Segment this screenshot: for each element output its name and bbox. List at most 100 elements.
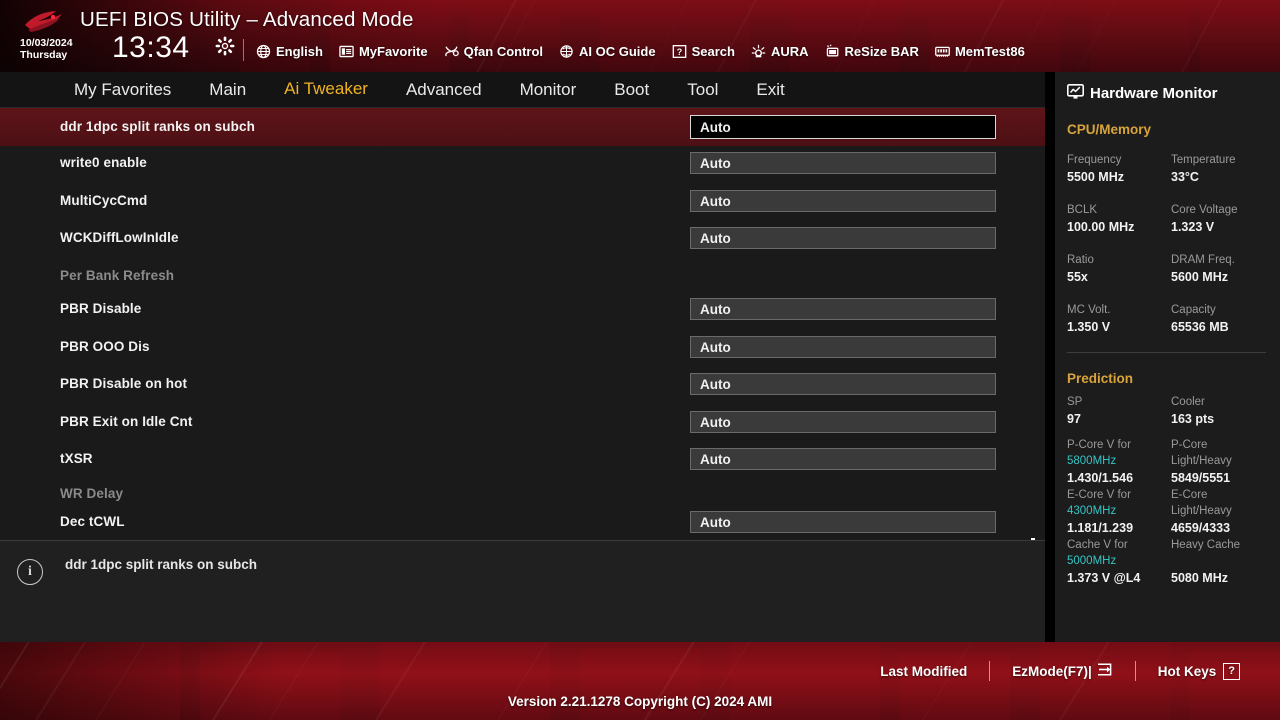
header-tool-myfavorite[interactable]: MyFavorite (339, 44, 428, 59)
tab-monitor[interactable]: Monitor (501, 72, 596, 108)
hotkeys-button[interactable]: Hot Keys ? (1136, 662, 1262, 680)
settings-value-field[interactable]: Auto (690, 227, 996, 249)
monitor-graph-icon (1067, 83, 1084, 103)
stat-key: Core Voltage (1171, 204, 1238, 216)
prediction-value: 1.373 V @L4 (1067, 570, 1141, 585)
settings-value-field[interactable]: Auto (690, 190, 996, 212)
prediction-key: P-Core (1171, 438, 1208, 451)
prediction-key: E-Core V for (1067, 488, 1131, 501)
tab-my-favorites[interactable]: My Favorites (55, 72, 190, 108)
prediction-stats: SP Cooler 97 163 pts P-Core V for P-Core 5800M… (1055, 386, 1280, 587)
settings-list: Dec tCWL Auto WR Delay tXSR Auto PBR Exit on … (0, 108, 1045, 540)
stat-key: Frequency (1067, 154, 1122, 166)
ezmode-label: EzMode(F7)| (1012, 663, 1092, 679)
header-tool-search[interactable]: ? Search (672, 44, 735, 59)
header-tool-resize-bar[interactable]: ReSize BAR (825, 44, 919, 59)
ezmode-button[interactable]: EzMode(F7)| (990, 662, 1135, 680)
tab-main[interactable]: Main (190, 72, 265, 108)
header-tool-aura[interactable]: AURA (751, 44, 809, 59)
settings-value-field[interactable]: Auto (690, 448, 996, 470)
tab-tool[interactable]: Tool (668, 72, 737, 108)
system-date: 10/03/2024 Thursday (20, 37, 73, 62)
date-value: 10/03/2024 (20, 37, 73, 49)
stat-gap (1067, 236, 1280, 245)
main-nav: My Favorites Main Ai Tweaker Advanced Monito… (0, 71, 1045, 109)
header-tool-ai-oc-guide[interactable]: AI OC Guide (559, 44, 656, 59)
header-tool-label: Qfan Control (463, 43, 544, 59)
stat-key: MC Volt. (1067, 304, 1111, 316)
tab-ai-tweaker[interactable]: Ai Tweaker (265, 71, 387, 109)
settings-value-field[interactable]: Auto (690, 511, 996, 533)
settings-value-field[interactable]: Auto (690, 152, 996, 174)
stat-key: DRAM Freq. (1171, 254, 1235, 266)
settings-value-field[interactable]: Auto (690, 411, 996, 433)
prediction-value: 4659/4333 (1171, 520, 1231, 535)
settings-row[interactable]: PBR Disable Auto (0, 290, 1045, 328)
last-modified-button[interactable]: Last Modified (858, 664, 989, 679)
header-tool-label: MemTest86 (954, 43, 1025, 59)
resize-bar-icon (825, 44, 840, 59)
stat-value: 55x (1067, 270, 1088, 284)
footer-bar: Last Modified EzMode(F7)| Hot Keys ? Ver… (0, 642, 1280, 720)
help-text: ddr 1dpc split ranks on subch (65, 557, 258, 572)
header-tool-label: English (276, 43, 323, 59)
prediction-value: 97 (1067, 411, 1081, 426)
stat-key: BCLK (1067, 204, 1098, 216)
settings-value-field[interactable]: Auto (690, 373, 996, 395)
settings-row[interactable]: ddr 1dpc split ranks on subch Auto (0, 108, 1045, 146)
settings-row-label: write0 enable (60, 155, 147, 171)
settings-row[interactable]: PBR Exit on Idle Cnt Auto (0, 403, 1045, 441)
stat-gap (1067, 428, 1280, 437)
prediction-key: P-Core V for (1067, 438, 1131, 451)
stat-key: Ratio (1067, 254, 1094, 266)
prediction-section-title: Prediction (1067, 371, 1134, 386)
prediction-value: 163 pts (1171, 411, 1215, 426)
settings-row[interactable]: WCKDiffLowInIdle Auto (0, 219, 1045, 257)
gear-icon[interactable] (215, 36, 235, 56)
header-tool-qfan-control[interactable]: Qfan Control (444, 44, 543, 59)
settings-row[interactable]: PBR Disable on hot Auto (0, 365, 1045, 403)
stat-gap (1067, 286, 1280, 295)
stat-value: 100.00 MHz (1067, 220, 1135, 234)
settings-row-label: WR Delay (60, 486, 124, 502)
settings-value-field[interactable]: Auto (690, 336, 996, 358)
asus-rog-logo (22, 8, 70, 36)
header-tool-english[interactable]: English (256, 44, 323, 59)
star-list-icon (339, 44, 354, 59)
settings-row[interactable]: MultiCycCmd Auto (0, 182, 1045, 220)
settings-row-label: PBR Exit on Idle Cnt (60, 414, 193, 430)
globe-icon (256, 44, 271, 59)
ai-brain-icon (559, 44, 574, 59)
header-tool-label: AURA (770, 43, 809, 59)
settings-row-label: Dec tCWL (60, 514, 125, 530)
settings-row[interactable]: write0 enable Auto (0, 144, 1045, 182)
tab-boot[interactable]: Boot (595, 72, 668, 108)
settings-row-label: PBR Disable (60, 301, 142, 317)
prediction-key: SP (1067, 396, 1083, 408)
prediction-key: Cache V for (1067, 538, 1128, 551)
stat-value: 1.323 V (1171, 220, 1215, 234)
settings-section-header: Per Bank Refresh (0, 257, 1045, 295)
settings-row[interactable]: PBR OOO Dis Auto (0, 328, 1045, 366)
prediction-key: 5000MHz (1067, 555, 1117, 567)
header-bar: UEFI BIOS Utility – Advanced Mode 10/03/… (0, 0, 1280, 72)
settings-value-field[interactable]: Auto (690, 298, 996, 320)
last-modified-label: Last Modified (880, 663, 968, 679)
weekday-value: Thursday (20, 48, 68, 61)
settings-row-label: PBR OOO Dis (60, 339, 150, 355)
stat-key: Capacity (1171, 304, 1216, 316)
stat-value: 1.350 V (1067, 320, 1111, 334)
tab-exit[interactable]: Exit (737, 72, 803, 108)
version-text: Version 2.21.1278 Copyright (C) 2024 AMI (507, 694, 773, 709)
settings-row-label: MultiCycCmd (60, 193, 148, 209)
settings-row[interactable]: tXSR Auto (0, 440, 1045, 478)
stat-gap (1067, 186, 1280, 195)
header-tool-memtest86[interactable]: MemTest86 (935, 44, 1025, 59)
tab-advanced[interactable]: Advanced (387, 72, 501, 108)
settings-value-field[interactable]: Auto (690, 115, 996, 139)
hardware-monitor-label: Hardware Monitor (1090, 84, 1218, 102)
cpu-memory-stats: Frequency Temperature 5500 MHz 33°C BCLK Core… (1055, 137, 1280, 336)
svg-text:?: ? (676, 46, 681, 56)
header-tool-label: Search (691, 43, 735, 59)
header-tool-label: ReSize BAR (844, 43, 919, 59)
